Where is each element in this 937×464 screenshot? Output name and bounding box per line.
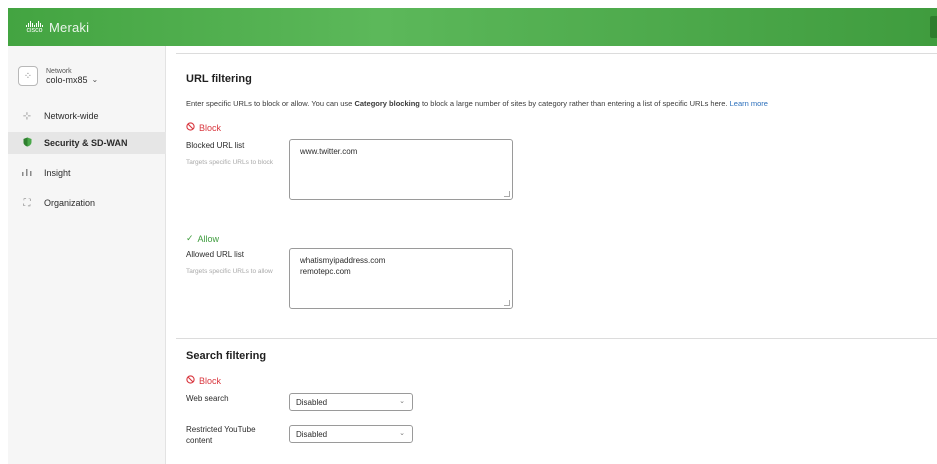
- network-selector[interactable]: ⁘ Network colo-mx85 ⌄: [18, 66, 98, 86]
- chevron-down-icon: ⌄: [399, 398, 405, 405]
- top-header-bar: cisco Meraki: [8, 8, 937, 46]
- sidebar-item-insight[interactable]: Insight: [8, 162, 166, 184]
- block-status: Block: [186, 122, 221, 133]
- sidebar-item-security-sd-wan[interactable]: Security & SD-WAN: [8, 132, 166, 154]
- restricted-youtube-label: Restricted YouTube content: [186, 425, 256, 445]
- block-label: Block: [199, 122, 222, 133]
- allow-label: Allow: [197, 233, 220, 244]
- shield-icon: [20, 137, 34, 150]
- web-search-value: Disabled: [296, 397, 328, 407]
- prohibited-icon: [186, 122, 195, 133]
- chevron-down-icon: ⌄: [399, 430, 405, 437]
- restricted-youtube-select[interactable]: Disabled ⌄: [289, 425, 413, 443]
- blocked-url-list-label: Blocked URL list: [186, 141, 245, 150]
- sidebar: ⁘ Network colo-mx85 ⌄ ⊹ Network-wide Sec…: [8, 46, 166, 464]
- blocked-url-entry: www.twitter.com: [300, 147, 358, 156]
- allowed-url-textarea[interactable]: whatismyipaddress.com remotepc.com: [289, 248, 513, 309]
- allow-status: ✓ Allow: [186, 233, 219, 244]
- prohibited-icon: [186, 375, 195, 386]
- chevron-down-icon: ⌄: [91, 75, 99, 84]
- section-divider: [176, 53, 937, 54]
- insight-chart-icon: [20, 168, 34, 179]
- main-content: URL filtering Enter specific URLs to blo…: [176, 46, 937, 464]
- section-divider: [176, 338, 937, 339]
- brand-logo-text: cisco: [26, 26, 43, 34]
- sidebar-item-label: Organization: [44, 198, 96, 208]
- allowed-url-entry: remotepc.com: [300, 267, 351, 276]
- network-wide-icon: ⊹: [22, 110, 32, 122]
- sidebar-item-label: Insight: [44, 168, 71, 178]
- organization-icon: ⛶: [23, 197, 31, 209]
- network-icon: ⁘: [18, 66, 38, 86]
- learn-more-link[interactable]: Learn more: [730, 99, 768, 108]
- sidebar-item-label: Security & SD-WAN: [44, 138, 128, 148]
- checkmark-icon: ✓: [186, 233, 194, 243]
- restricted-youtube-value: Disabled: [296, 429, 328, 439]
- resize-handle-icon[interactable]: [504, 191, 510, 197]
- brand[interactable]: cisco Meraki: [26, 8, 89, 46]
- web-search-label: Web search: [186, 394, 229, 403]
- network-label: Network: [46, 67, 72, 75]
- blocked-url-textarea[interactable]: www.twitter.com: [289, 139, 513, 200]
- description-text: Enter specific URLs to block or allow. Y…: [186, 99, 355, 108]
- sidebar-item-organization[interactable]: ⛶ Organization: [8, 192, 166, 214]
- block-label: Block: [199, 375, 222, 386]
- url-filtering-description: Enter specific URLs to block or allow. Y…: [186, 99, 768, 108]
- brand-name: Meraki: [49, 19, 90, 35]
- category-blocking-text: Category blocking: [354, 99, 420, 108]
- sidebar-item-label: Network-wide: [44, 111, 99, 121]
- blocked-url-hint: Targets specific URLs to block: [186, 159, 274, 166]
- allowed-url-entry: whatismyipaddress.com: [300, 256, 386, 265]
- cisco-logo-icon: cisco: [26, 20, 43, 34]
- allowed-url-list-label: Allowed URL list: [186, 250, 244, 259]
- search-filtering-title: Search filtering: [186, 350, 267, 362]
- network-name: colo-mx85: [46, 74, 88, 85]
- resize-handle-icon[interactable]: [504, 300, 510, 306]
- allowed-url-hint: Targets specific URLs to allow: [186, 268, 273, 275]
- description-text: to block a large number of sites by cate…: [419, 99, 730, 108]
- url-filtering-title: URL filtering: [186, 73, 252, 85]
- sidebar-item-network-wide[interactable]: ⊹ Network-wide: [8, 105, 166, 127]
- header-right-button[interactable]: [930, 16, 937, 38]
- search-block-status: Block: [186, 375, 221, 386]
- web-search-select[interactable]: Disabled ⌄: [289, 393, 413, 411]
